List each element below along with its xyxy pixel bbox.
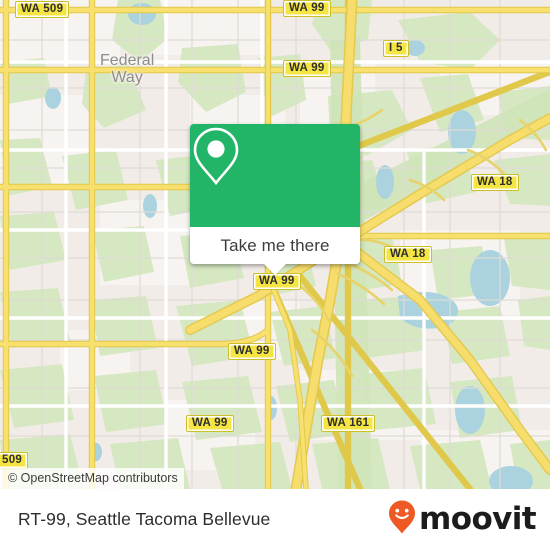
moovit-logo[interactable]: moovit (387, 499, 537, 540)
shield-wa-18-right: WA 18 (471, 174, 519, 191)
shield-wa-99-lower: WA 99 (228, 343, 276, 360)
moovit-wordmark: moovit (419, 501, 537, 537)
map-attribution[interactable]: © OpenStreetMap contributors (0, 468, 184, 489)
map-canvas[interactable]: Federal Way WA 509 WA 99 I 5 WA 99 WA 18… (0, 0, 550, 489)
shield-wa-509-top: WA 509 (15, 1, 70, 18)
shield-wa-161: WA 161 (321, 415, 376, 432)
shield-i-5: I 5 (383, 40, 409, 57)
card-footer[interactable]: Take me there (190, 227, 360, 275)
shield-509-bottom: 509 (0, 452, 29, 469)
take-me-there-label: Take me there (220, 235, 330, 255)
shield-wa-18-mid: WA 18 (384, 246, 432, 263)
take-me-there-card[interactable]: Take me there (190, 124, 360, 275)
card-header (190, 124, 360, 227)
footer-bar: RT-99, Seattle Tacoma Bellevue moovit (0, 489, 550, 550)
shield-wa-99-upper: WA 99 (283, 60, 331, 77)
location-title: RT-99, Seattle Tacoma Bellevue (18, 509, 271, 529)
moovit-pin-smiley-icon (387, 499, 417, 540)
card-pointer-tip (263, 263, 287, 275)
shield-wa-99-top: WA 99 (283, 0, 331, 17)
shield-wa-99-center: WA 99 (253, 273, 301, 290)
shield-wa-99-bottom: WA 99 (186, 415, 234, 432)
moovit-map-screenshot: Federal Way WA 509 WA 99 I 5 WA 99 WA 18… (0, 0, 550, 550)
